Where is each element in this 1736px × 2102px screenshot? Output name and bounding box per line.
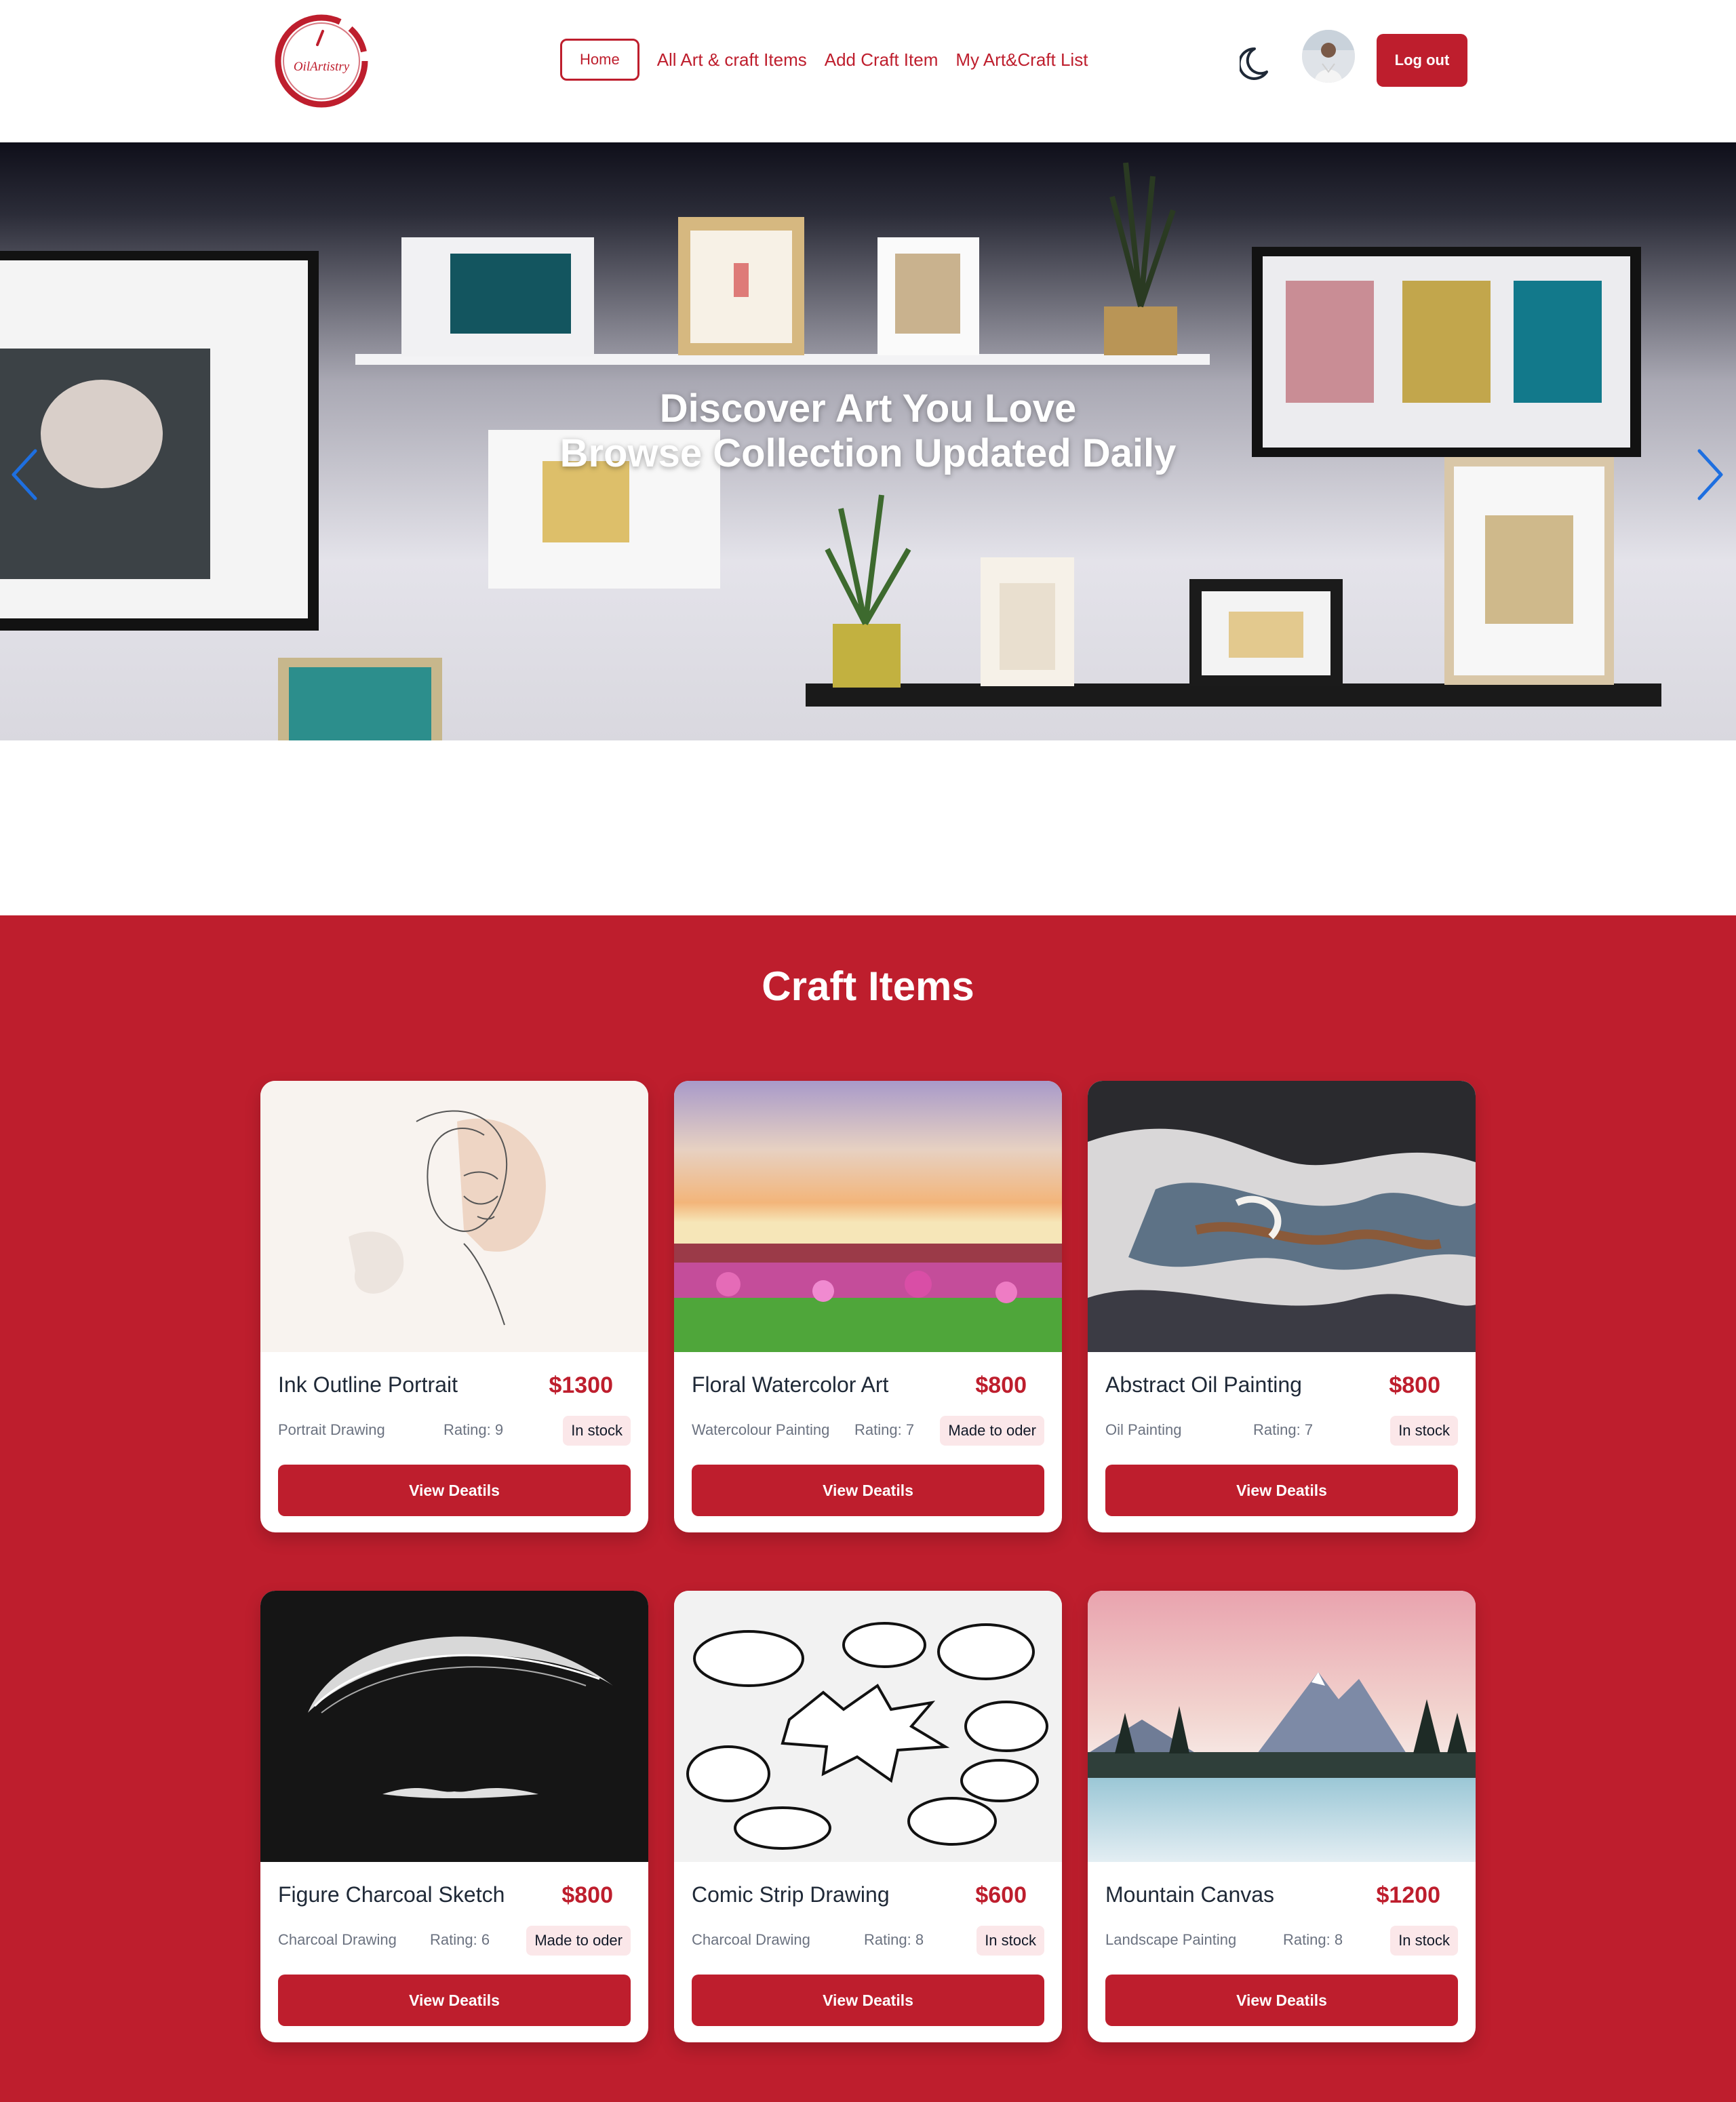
item-rating: Rating: 9 [443, 1421, 504, 1438]
portrait-line-art-image [260, 1081, 648, 1352]
card-image [1088, 1081, 1476, 1352]
stock-status-badge: In stock [563, 1416, 631, 1446]
item-category: Charcoal Drawing [278, 1931, 397, 1948]
item-name: Floral Watercolor Art [692, 1372, 889, 1397]
item-rating: Rating: 6 [430, 1931, 490, 1948]
stock-status-badge: In stock [1390, 1926, 1458, 1956]
hero-headline-line2: Browse Collection Updated Daily [559, 431, 1177, 475]
hero-headline-line1: Discover Art You Love [659, 386, 1077, 431]
craft-card: Comic Strip Drawing $600 Charcoal Drawin… [674, 1591, 1062, 2042]
nav-home-link[interactable]: Home [560, 39, 639, 81]
stock-status-badge: In stock [1390, 1416, 1458, 1446]
navbar: OilArtistry Home All Art & craft Items A… [0, 0, 1736, 142]
user-avatar[interactable] [1302, 30, 1355, 83]
section-title: Craft Items [762, 964, 974, 1009]
brand-logo[interactable]: OilArtistry [269, 12, 374, 108]
item-rating: Rating: 7 [854, 1421, 915, 1438]
view-details-button[interactable]: View Deatils [1105, 1465, 1458, 1516]
item-rating: Rating: 8 [864, 1931, 924, 1948]
stock-status-badge: Made to oder [526, 1926, 631, 1956]
view-details-button[interactable]: View Deatils [278, 1465, 631, 1516]
craft-card: Abstract Oil Painting $800 Oil Painting … [1088, 1081, 1476, 1532]
craft-card: Mountain Canvas $1200 Landscape Painting… [1088, 1591, 1476, 2042]
item-price: $1200 [1376, 1882, 1440, 1908]
charcoal-sketch-image [260, 1591, 648, 1862]
item-name: Mountain Canvas [1105, 1882, 1275, 1907]
item-category: Watercolour Painting [692, 1421, 830, 1438]
view-details-button[interactable]: View Deatils [1105, 1975, 1458, 2026]
main-nav: Home All Art & craft Items Add Craft Ite… [560, 38, 1088, 81]
svg-text:OilArtistry: OilArtistry [294, 60, 350, 74]
item-category: Landscape Painting [1105, 1931, 1237, 1948]
moon-icon[interactable] [1238, 41, 1280, 81]
nav-add-item-link[interactable]: Add Craft Item [825, 38, 939, 81]
view-details-button[interactable]: View Deatils [692, 1975, 1044, 2026]
item-price: $800 [1389, 1372, 1440, 1398]
card-image [260, 1081, 648, 1352]
abstract-oil-image [1088, 1081, 1476, 1352]
item-price: $800 [975, 1372, 1027, 1398]
craft-card: Figure Charcoal Sketch $800 Charcoal Dra… [260, 1591, 648, 2042]
hero-headline: Discover Art You Love Browse Collection … [0, 386, 1736, 476]
item-name: Ink Outline Portrait [278, 1372, 458, 1397]
card-image [674, 1591, 1062, 1862]
mountain-canvas-image [1088, 1591, 1476, 1862]
card-image [674, 1081, 1062, 1352]
floral-watercolor-image [674, 1081, 1062, 1352]
chevron-right-icon[interactable] [1693, 444, 1727, 505]
view-details-button[interactable]: View Deatils [692, 1465, 1044, 1516]
item-price: $600 [975, 1882, 1027, 1908]
item-rating: Rating: 8 [1283, 1931, 1343, 1948]
item-price: $1300 [549, 1372, 613, 1398]
user-photo-icon [1302, 30, 1355, 83]
card-image [260, 1591, 648, 1862]
stock-status-badge: Made to oder [940, 1416, 1044, 1446]
chevron-left-icon[interactable] [8, 444, 42, 505]
card-image [1088, 1591, 1476, 1862]
logout-button[interactable]: Log out [1377, 34, 1467, 87]
stock-status-badge: In stock [976, 1926, 1044, 1956]
item-name: Comic Strip Drawing [692, 1882, 890, 1907]
comic-strip-image [674, 1591, 1062, 1862]
craft-card: Ink Outline Portrait $1300 Portrait Draw… [260, 1081, 648, 1532]
nav-all-items-link[interactable]: All Art & craft Items [657, 38, 807, 81]
nav-my-list-link[interactable]: My Art&Craft List [955, 38, 1088, 81]
view-details-button[interactable]: View Deatils [278, 1975, 631, 2026]
item-name: Figure Charcoal Sketch [278, 1882, 505, 1907]
craft-card: Floral Watercolor Art $800 Watercolour P… [674, 1081, 1062, 1532]
item-price: $800 [561, 1882, 613, 1908]
craft-items-section: Craft Items Ink Outline Portrait $1300 P… [0, 915, 1736, 2102]
hero-carousel: Discover Art You Love Browse Collection … [0, 142, 1736, 740]
item-category: Oil Painting [1105, 1421, 1182, 1438]
item-rating: Rating: 7 [1253, 1421, 1314, 1438]
item-name: Abstract Oil Painting [1105, 1372, 1302, 1397]
item-category: Charcoal Drawing [692, 1931, 810, 1948]
item-category: Portrait Drawing [278, 1421, 385, 1438]
logo-ring-icon: OilArtistry [275, 14, 368, 108]
